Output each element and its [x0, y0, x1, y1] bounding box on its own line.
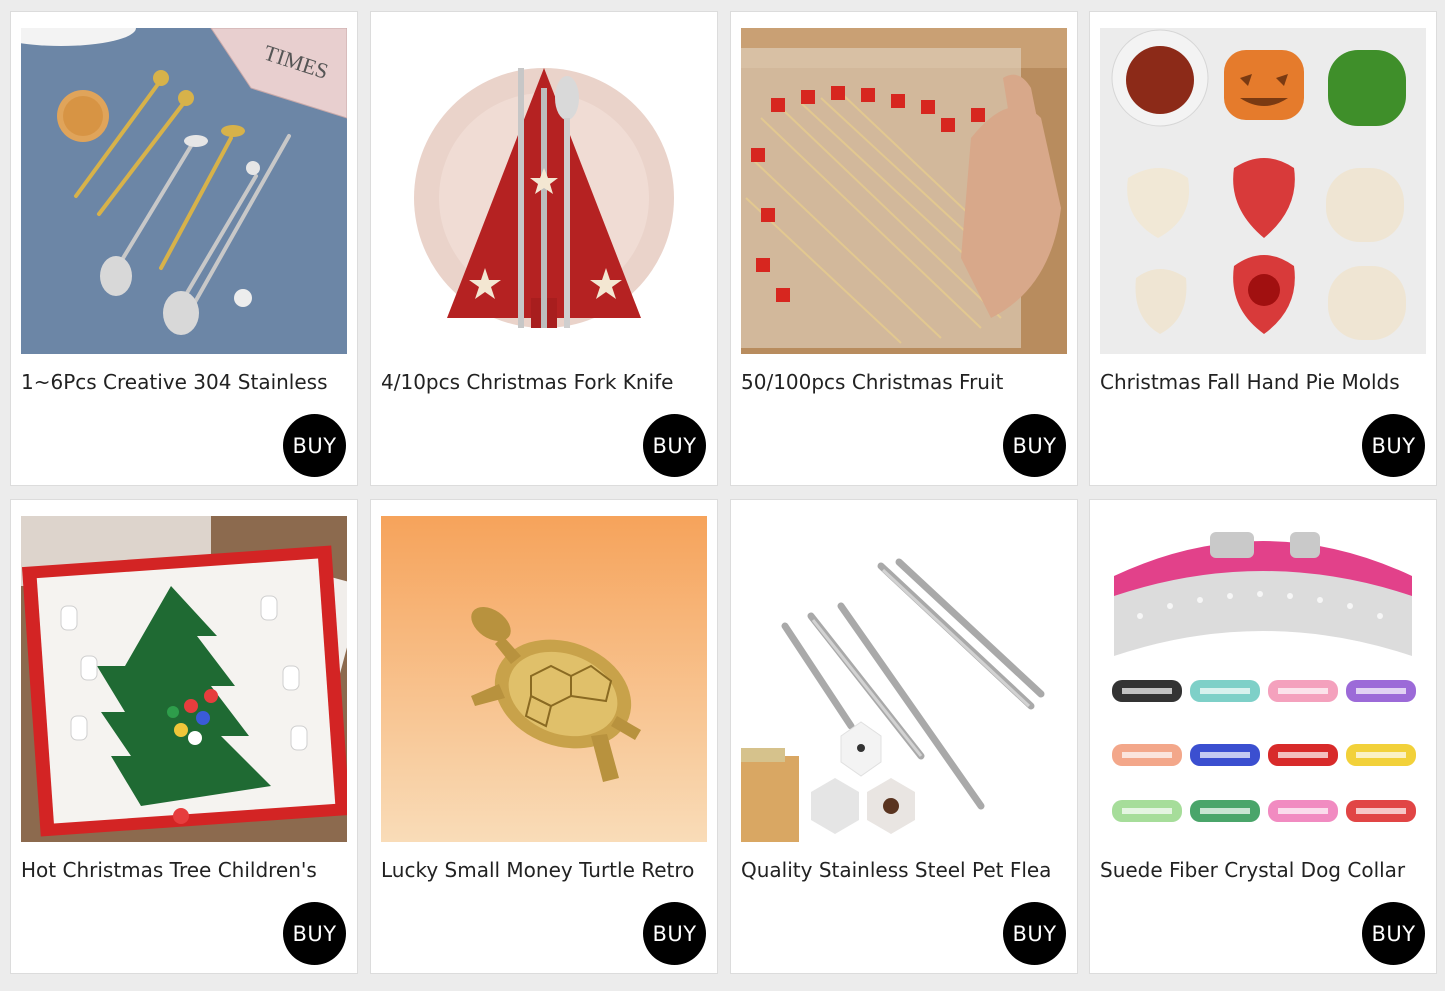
product-image[interactable]	[21, 516, 347, 842]
product-card[interactable]: Hot Christmas Tree Children's BUY	[10, 499, 358, 974]
brass-turtle-image	[381, 516, 707, 842]
product-title[interactable]: Quality Stainless Steel Pet Flea	[741, 856, 1071, 884]
product-grid: TIMES 1~6Pcs Creative 304 Stainless BUY …	[0, 0, 1445, 991]
pie-molds-image	[1100, 28, 1426, 354]
christmas-tree-cutlery-holder-image	[381, 28, 707, 354]
product-title[interactable]: 50/100pcs Christmas Fruit	[741, 368, 1071, 396]
product-title[interactable]: Lucky Small Money Turtle Retro	[381, 856, 711, 884]
product-image[interactable]	[381, 28, 707, 354]
product-image[interactable]	[1100, 28, 1426, 354]
buy-button[interactable]: BUY	[1003, 414, 1066, 477]
product-card[interactable]: TIMES 1~6Pcs Creative 304 Stainless BUY	[10, 11, 358, 486]
product-image[interactable]: TIMES	[21, 28, 347, 354]
buy-button[interactable]: BUY	[283, 902, 346, 965]
crystal-dog-collar-image	[1100, 516, 1426, 842]
buy-button[interactable]: BUY	[1003, 902, 1066, 965]
product-image[interactable]	[1100, 516, 1426, 842]
product-title[interactable]: Suede Fiber Crystal Dog Collar	[1100, 856, 1430, 884]
buy-button[interactable]: BUY	[643, 902, 706, 965]
buy-button[interactable]: BUY	[643, 414, 706, 477]
product-card[interactable]: Quality Stainless Steel Pet Flea BUY	[730, 499, 1078, 974]
product-card[interactable]: Suede Fiber Crystal Dog Collar BUY	[1089, 499, 1437, 974]
wooden-christmas-tree-toy-image	[21, 516, 347, 842]
product-image[interactable]	[381, 516, 707, 842]
product-title[interactable]: 4/10pcs Christmas Fork Knife	[381, 368, 711, 396]
cat-cutlery-set-image: TIMES	[21, 28, 347, 354]
buy-button[interactable]: BUY	[1362, 902, 1425, 965]
product-card[interactable]: Lucky Small Money Turtle Retro BUY	[370, 499, 718, 974]
product-card[interactable]: 50/100pcs Christmas Fruit BUY	[730, 11, 1078, 486]
buy-button[interactable]: BUY	[283, 414, 346, 477]
buy-button[interactable]: BUY	[1362, 414, 1425, 477]
christmas-fruit-picks-image	[741, 28, 1067, 354]
product-image[interactable]	[741, 516, 1067, 842]
product-card[interactable]: Christmas Fall Hand Pie Molds BUY	[1089, 11, 1437, 486]
product-card[interactable]: 4/10pcs Christmas Fork Knife BUY	[370, 11, 718, 486]
flea-tweezers-image	[741, 516, 1067, 842]
product-title[interactable]: Christmas Fall Hand Pie Molds	[1100, 368, 1430, 396]
product-title[interactable]: Hot Christmas Tree Children's	[21, 856, 351, 884]
product-image[interactable]	[741, 28, 1067, 354]
product-title[interactable]: 1~6Pcs Creative 304 Stainless	[21, 368, 351, 396]
